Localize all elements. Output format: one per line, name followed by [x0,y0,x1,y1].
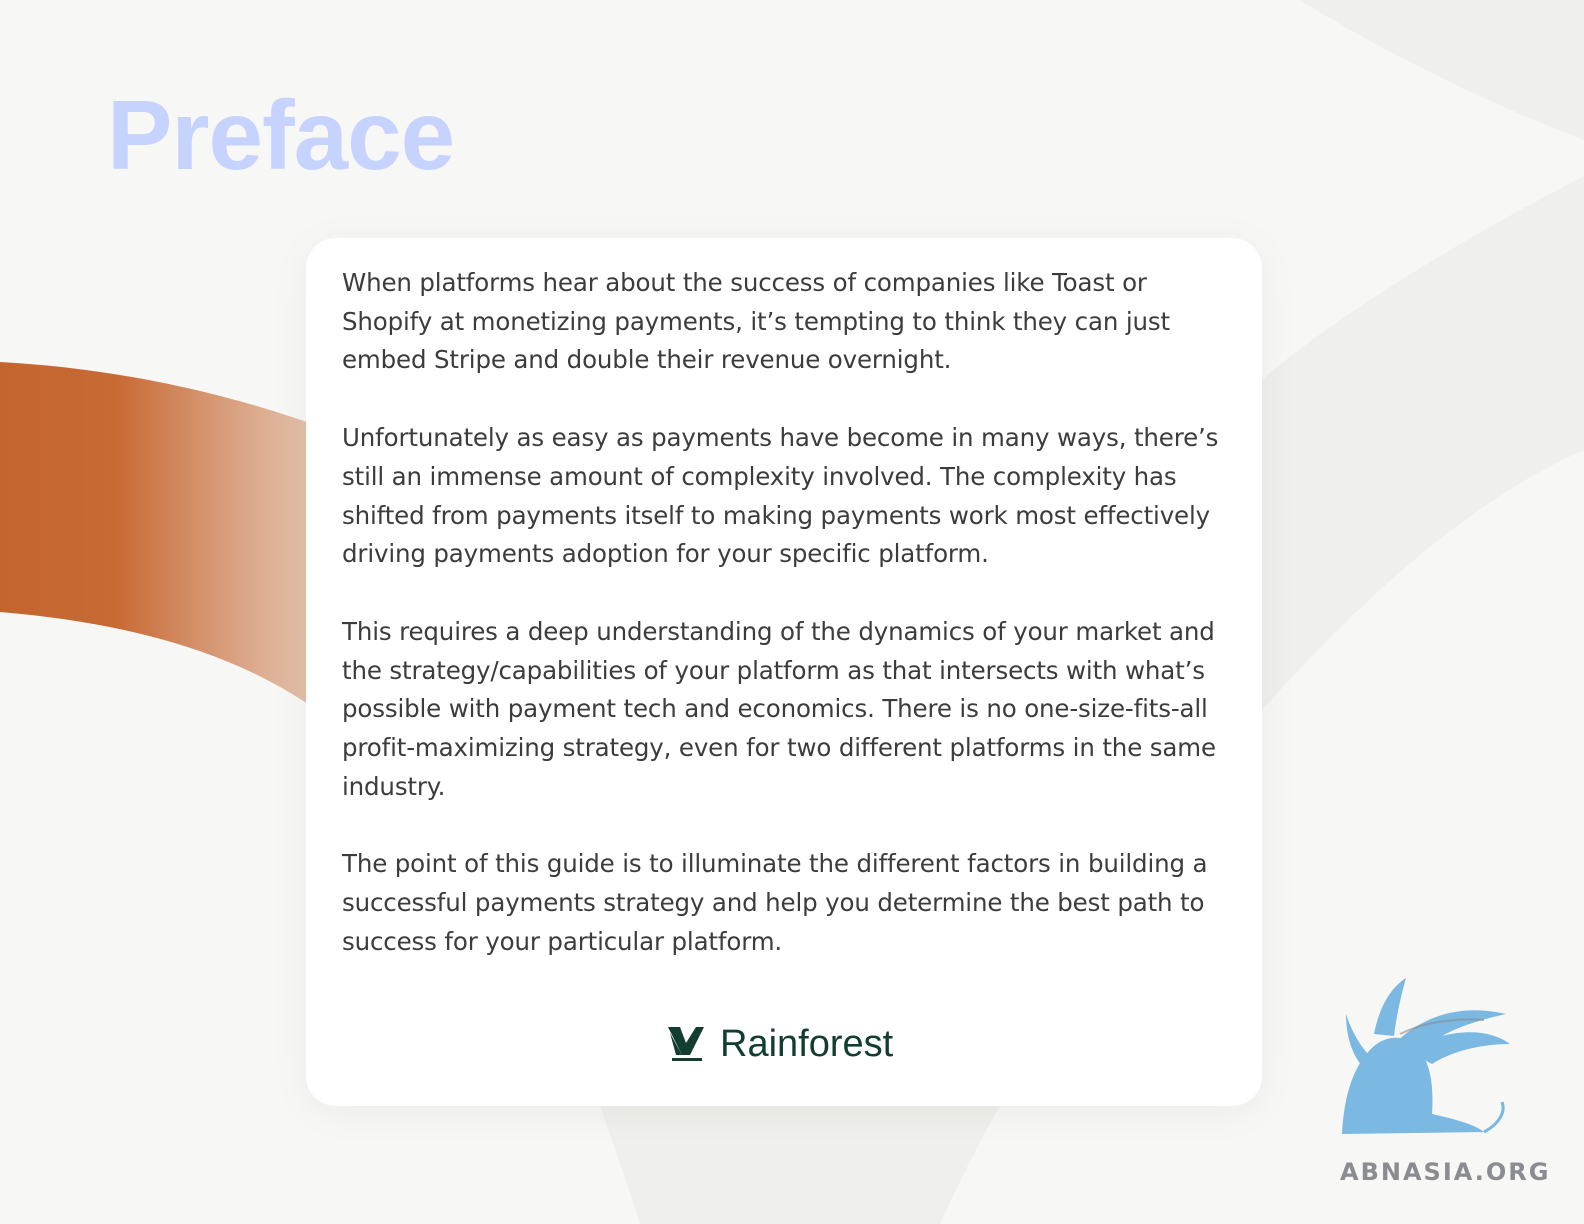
gray-curve-right [1262,176,1584,710]
brand-name: Rainforest [720,1022,894,1065]
paragraph-2: Unfortunately as easy as payments have b… [342,423,1219,569]
watermark: ABNASIA.ORG [1334,974,1574,1194]
paragraph-4: The point of this guide is to illuminate… [342,849,1208,956]
rainforest-logo: Rainforest [666,1022,893,1066]
paragraph-3: This requires a deep understanding of th… [342,616,1216,801]
content-card: When platforms hear about the success of… [306,238,1262,1106]
body-text: When platforms hear about the success of… [342,264,1222,1001]
gray-curve-top-right [1300,0,1584,140]
paragraph-1: When platforms hear about the success of… [342,268,1170,375]
orange-swoosh [0,362,330,720]
page-title: Preface [107,80,455,190]
rainforest-leaf-icon [668,1027,704,1061]
griffin-logo-icon [1342,978,1510,1134]
gray-curve-bottom [600,1106,1000,1224]
watermark-text: ABNASIA.ORG [1340,1158,1551,1186]
